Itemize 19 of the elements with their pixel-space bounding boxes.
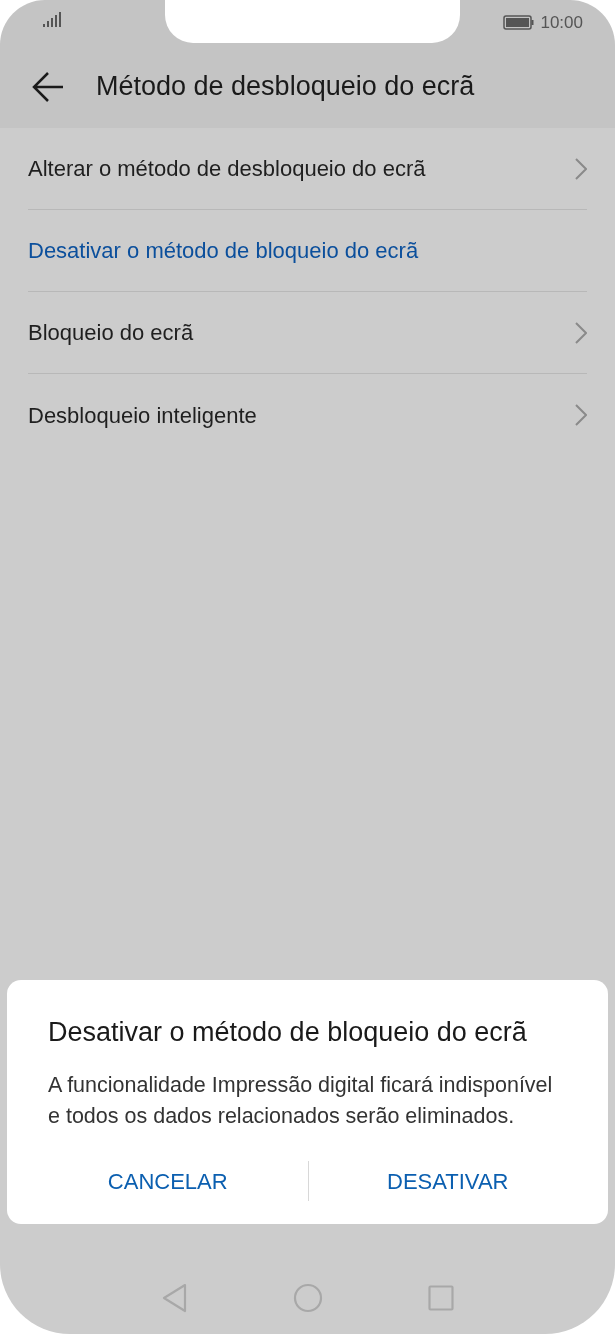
chevron-right-icon (575, 404, 587, 426)
battery-icon (503, 15, 535, 31)
recents-nav-icon[interactable] (427, 1284, 454, 1311)
status-time: 10:00 (540, 12, 583, 34)
dialog-button[interactable]: CANCELAR (28, 1152, 308, 1210)
dialog-button[interactable]: DESATIVAR (308, 1152, 587, 1210)
chevron-right-icon (575, 321, 587, 344)
dialog-title: Desativar o método de bloqueio do ecrã (48, 1016, 528, 1049)
back-arrow-icon (31, 70, 65, 103)
settings-item[interactable]: Bloqueio do ecrã (28, 316, 575, 349)
chevron-right-icon (575, 157, 587, 180)
signal-icon (42, 12, 62, 28)
home-nav-icon[interactable] (292, 1282, 323, 1313)
settings-item[interactable]: Desbloqueio inteligente (28, 398, 575, 432)
settings-item[interactable]: Desativar o método de bloqueio do ecrã (28, 234, 587, 267)
settings-item[interactable]: Alterar o método de desbloqueio do ecrã (28, 152, 575, 185)
dialog-message: A funcionalidade Impressão digital ficará indisponível e todos os dados relacionados serão eliminados. (48, 1072, 554, 1130)
screen-title: Método de desbloqueio do ecrã (96, 70, 475, 104)
back-nav-icon[interactable] (161, 1282, 188, 1313)
